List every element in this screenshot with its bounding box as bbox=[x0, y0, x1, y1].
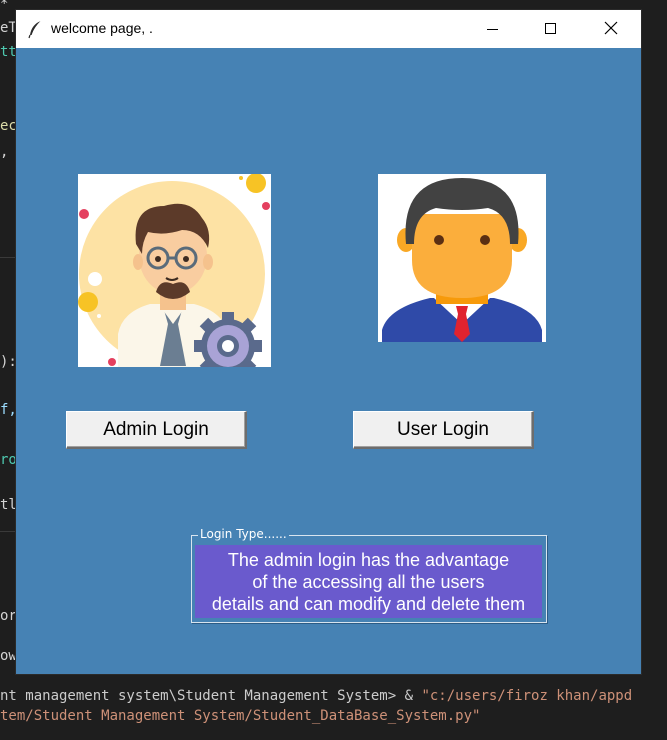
maximize-icon bbox=[545, 20, 557, 39]
login-type-description: The admin login has the advantage of the… bbox=[195, 545, 542, 618]
code-fragment: , bbox=[0, 144, 9, 160]
close-icon bbox=[604, 20, 618, 39]
code-fragment: * bbox=[0, 0, 9, 12]
description-line: of the accessing all the users bbox=[252, 572, 485, 592]
admin-avatar-image bbox=[78, 174, 271, 367]
close-button[interactable] bbox=[582, 10, 640, 48]
terminal-line: tem/Student Management System/Student_Da… bbox=[0, 707, 480, 725]
user-login-button[interactable]: User Login bbox=[353, 411, 534, 449]
code-fragment: ro bbox=[0, 452, 17, 468]
code-fragment: ): bbox=[0, 354, 17, 370]
editor-right-strip bbox=[641, 0, 667, 675]
terminal-line: nt management system\Student Management … bbox=[0, 687, 632, 705]
terminal-string: "c:/users/firoz khan/appd bbox=[421, 688, 633, 704]
code-fragment: eT bbox=[0, 20, 17, 36]
code-fragment: tl bbox=[0, 497, 17, 513]
feather-icon bbox=[26, 19, 46, 39]
code-fragment: ec bbox=[0, 118, 17, 134]
user-avatar-image bbox=[378, 174, 546, 342]
description-line: details and can modify and delete them bbox=[211, 594, 526, 614]
maximize-button[interactable] bbox=[522, 10, 580, 48]
welcome-window: welcome page, . Admin Login User Login L… bbox=[16, 10, 641, 674]
window-title: welcome page, . bbox=[51, 20, 153, 36]
terminal-prompt: nt management system\Student Management … bbox=[0, 688, 422, 704]
minimize-button[interactable] bbox=[464, 10, 522, 48]
code-fragment: f, bbox=[0, 402, 17, 418]
login-type-label: Login Type...... bbox=[198, 527, 289, 541]
description-line: The admin login has the advantage bbox=[227, 550, 510, 570]
minimize-icon bbox=[487, 20, 499, 39]
title-bar[interactable]: welcome page, . bbox=[16, 10, 641, 48]
terminal-string: tem/Student Management System/Student_Da… bbox=[0, 708, 481, 724]
code-fragment: tt bbox=[0, 44, 17, 60]
code-fragment: ow bbox=[0, 648, 17, 660]
login-type-frame: Login Type...... The admin login has the… bbox=[191, 527, 547, 623]
admin-login-button[interactable]: Admin Login bbox=[66, 411, 247, 449]
code-fragment: or bbox=[0, 608, 17, 624]
